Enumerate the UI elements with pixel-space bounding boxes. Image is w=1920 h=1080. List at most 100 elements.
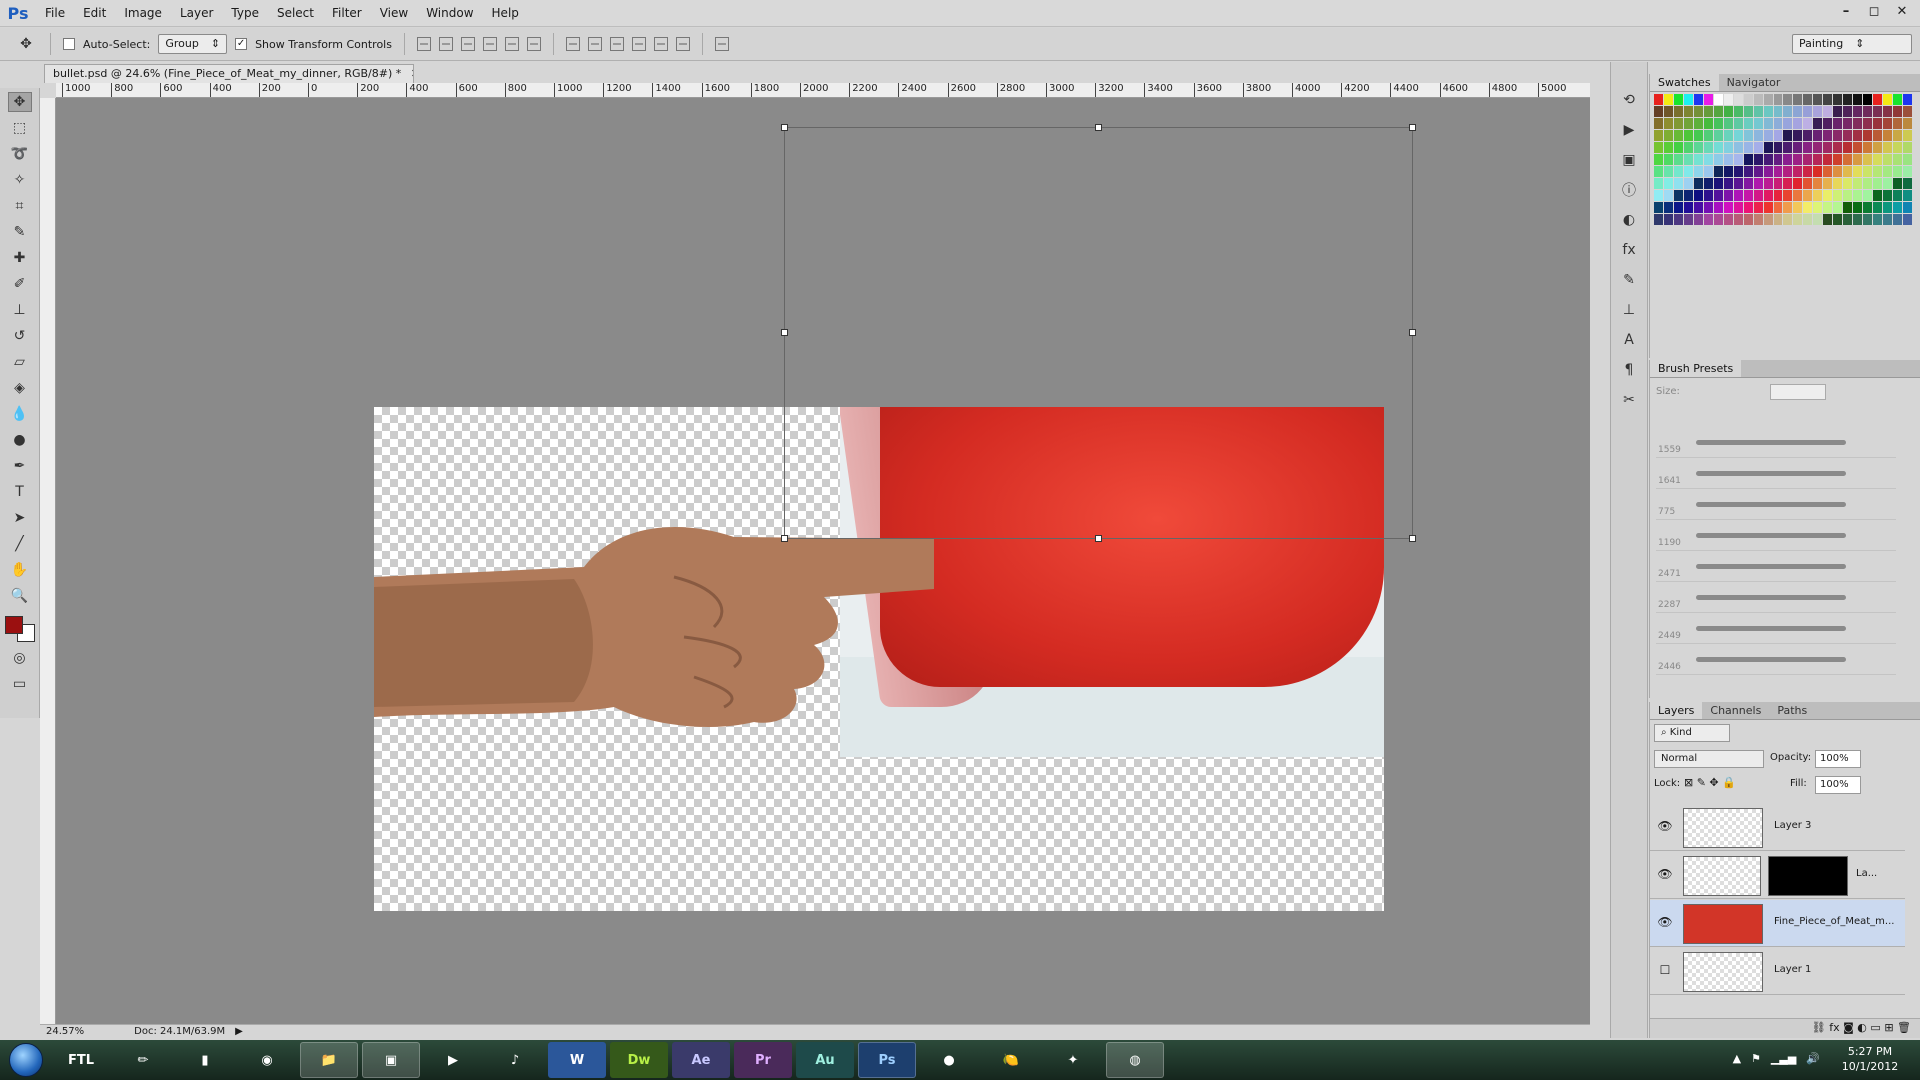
swatch[interactable]: [1773, 142, 1783, 153]
swatch[interactable]: [1673, 130, 1683, 141]
taskbar-app-chrome-icon[interactable]: ◍: [1106, 1042, 1164, 1078]
start-button[interactable]: [0, 1040, 52, 1080]
swatch[interactable]: [1673, 166, 1683, 177]
taskbar-app-cmd-icon[interactable]: ▮: [176, 1042, 234, 1078]
swatch[interactable]: [1843, 118, 1853, 129]
swatch[interactable]: [1673, 94, 1683, 105]
swatch[interactable]: [1654, 202, 1663, 213]
mask-icon[interactable]: ◙: [1843, 1021, 1854, 1034]
brush-preset-item[interactable]: 1559: [1656, 428, 1896, 458]
brush-preset-item[interactable]: 775: [1656, 490, 1896, 520]
swatch[interactable]: [1903, 154, 1912, 165]
swatch[interactable]: [1853, 142, 1863, 153]
swatch[interactable]: [1723, 118, 1733, 129]
swatch[interactable]: [1723, 202, 1733, 213]
pen-tool-icon[interactable]: ✒: [8, 456, 32, 476]
swatch[interactable]: [1793, 94, 1803, 105]
swatch-grid[interactable]: [1654, 94, 1912, 225]
swatch[interactable]: [1863, 94, 1873, 105]
swatch[interactable]: [1693, 142, 1703, 153]
swatch[interactable]: [1813, 106, 1823, 117]
swatch[interactable]: [1843, 190, 1853, 201]
swatch[interactable]: [1773, 94, 1783, 105]
swatch[interactable]: [1803, 178, 1813, 189]
network-icon[interactable]: ▁▃▅: [1771, 1052, 1796, 1065]
swatch[interactable]: [1883, 154, 1893, 165]
menu-edit[interactable]: Edit: [74, 0, 115, 27]
swatch[interactable]: [1873, 118, 1883, 129]
swatch[interactable]: [1873, 106, 1883, 117]
swatch[interactable]: [1813, 142, 1823, 153]
swatch[interactable]: [1883, 118, 1893, 129]
transform-handle[interactable]: [781, 535, 788, 542]
swatch[interactable]: [1663, 154, 1673, 165]
swatch[interactable]: [1733, 166, 1743, 177]
eye-icon[interactable]: 👁: [1657, 915, 1673, 931]
distribute-hcenter-icon[interactable]: [653, 37, 668, 51]
swatch[interactable]: [1883, 142, 1893, 153]
brush-panel-icon[interactable]: ✎: [1619, 270, 1639, 290]
swatch[interactable]: [1823, 130, 1833, 141]
swatch[interactable]: [1763, 130, 1773, 141]
swatch[interactable]: [1683, 94, 1693, 105]
layer-row[interactable]: ☐ Layer 1: [1650, 948, 1905, 995]
swatch[interactable]: [1903, 190, 1912, 201]
transform-handle[interactable]: [781, 329, 788, 336]
brush-preset-item[interactable]: 1190: [1656, 521, 1896, 551]
swatch[interactable]: [1863, 178, 1873, 189]
swatch[interactable]: [1683, 190, 1693, 201]
taskbar-app-premiere[interactable]: Pr: [734, 1042, 792, 1078]
swatch[interactable]: [1673, 118, 1683, 129]
swatch[interactable]: [1803, 190, 1813, 201]
taskbar-app-game-icon[interactable]: ▣: [362, 1042, 420, 1078]
swatch[interactable]: [1713, 178, 1723, 189]
swatch[interactable]: [1693, 166, 1703, 177]
swatch[interactable]: [1654, 142, 1663, 153]
swatch[interactable]: [1893, 154, 1903, 165]
move-tool-preset-icon[interactable]: ✥: [14, 34, 38, 54]
swatch[interactable]: [1873, 94, 1883, 105]
swatch[interactable]: [1863, 214, 1873, 225]
swatch[interactable]: [1773, 190, 1783, 201]
swatch[interactable]: [1803, 94, 1813, 105]
taskbar-app-fl-icon[interactable]: 🍋: [982, 1042, 1040, 1078]
swatch[interactable]: [1743, 106, 1753, 117]
menu-view[interactable]: View: [371, 0, 417, 27]
swatch[interactable]: [1683, 202, 1693, 213]
swatch[interactable]: [1683, 106, 1693, 117]
swatch[interactable]: [1813, 118, 1823, 129]
document-canvas[interactable]: [374, 407, 1384, 911]
dodge-tool-icon[interactable]: ●: [8, 430, 32, 450]
history-icon[interactable]: ⟲: [1619, 90, 1639, 110]
swatch[interactable]: [1693, 94, 1703, 105]
taskbar-app-razer-icon[interactable]: ✦: [1044, 1042, 1102, 1078]
swatch[interactable]: [1793, 154, 1803, 165]
transform-handle[interactable]: [1095, 124, 1102, 131]
swatch[interactable]: [1833, 178, 1843, 189]
swatch[interactable]: [1743, 130, 1753, 141]
swatch[interactable]: [1853, 118, 1863, 129]
path-select-tool-icon[interactable]: ➤: [8, 508, 32, 528]
align-right-icon[interactable]: [526, 37, 541, 51]
swatch[interactable]: [1783, 130, 1793, 141]
swatch[interactable]: [1723, 178, 1733, 189]
swatch[interactable]: [1663, 202, 1673, 213]
swatch[interactable]: [1893, 118, 1903, 129]
swatch[interactable]: [1733, 190, 1743, 201]
brush-preset-item[interactable]: 2446: [1656, 645, 1896, 675]
swatch[interactable]: [1654, 130, 1663, 141]
taskbar-app-dreamweaver[interactable]: Dw: [610, 1042, 668, 1078]
swatch[interactable]: [1703, 130, 1713, 141]
swatch[interactable]: [1893, 94, 1903, 105]
swatch[interactable]: [1703, 142, 1713, 153]
transform-handle[interactable]: [1409, 124, 1416, 131]
swatch[interactable]: [1883, 190, 1893, 201]
marquee-tool-icon[interactable]: ⬚: [8, 118, 32, 138]
swatch[interactable]: [1753, 130, 1763, 141]
swatch[interactable]: [1853, 130, 1863, 141]
swatch[interactable]: [1683, 118, 1693, 129]
swatch[interactable]: [1853, 94, 1863, 105]
swatch[interactable]: [1763, 106, 1773, 117]
swatch[interactable]: [1693, 106, 1703, 117]
swatch[interactable]: [1853, 178, 1863, 189]
